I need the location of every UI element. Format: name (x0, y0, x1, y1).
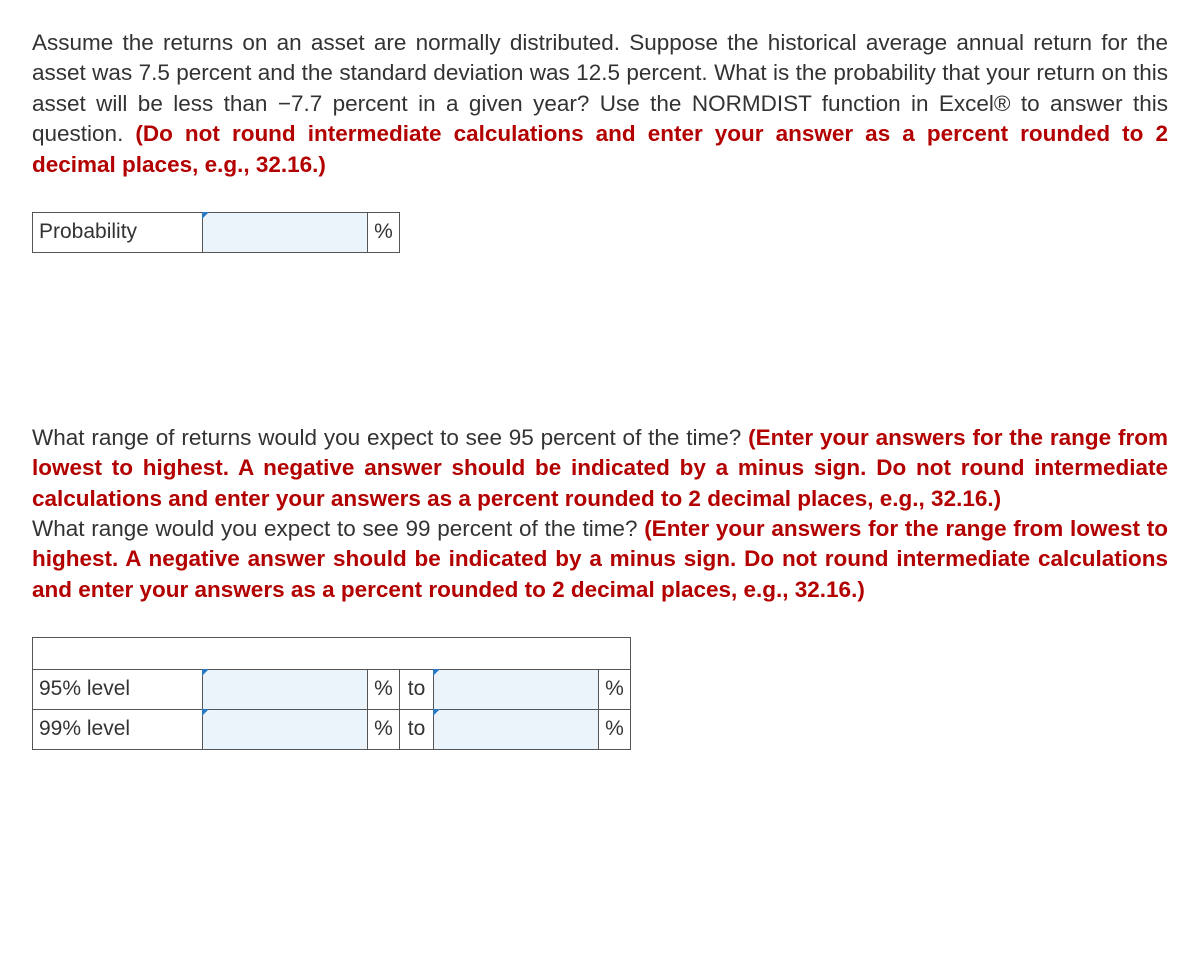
range-table: 95% level % to % 99% level % to % (32, 637, 631, 750)
level-95-low-input[interactable] (209, 674, 361, 705)
level-95-high-unit: % (599, 670, 631, 710)
probability-input[interactable] (209, 217, 361, 248)
table-row: Probability % (33, 212, 400, 252)
level-95-high-cell (434, 670, 599, 710)
blank-header-2 (203, 638, 631, 670)
q2b-body: What range would you expect to see 99 pe… (32, 516, 644, 541)
blank-header-1 (33, 638, 203, 670)
probability-table: Probability % (32, 212, 400, 253)
level-95-low-cell (203, 670, 368, 710)
probability-label: Probability (33, 212, 203, 252)
level-99-low-input[interactable] (209, 714, 361, 745)
level-99-label: 99% level (33, 710, 203, 750)
level-95-high-input[interactable] (440, 674, 592, 705)
level-99-high-unit: % (599, 710, 631, 750)
q2a-body: What range of returns would you expect t… (32, 425, 748, 450)
probability-input-cell (203, 212, 368, 252)
level-99-high-input[interactable] (440, 714, 592, 745)
question-2-text: What range of returns would you expect t… (32, 423, 1168, 605)
level-99-high-cell (434, 710, 599, 750)
level-95-low-unit: % (368, 670, 400, 710)
level-95-label: 95% level (33, 670, 203, 710)
q1-instruction: (Do not round intermediate calculations … (32, 121, 1168, 176)
level-99-low-unit: % (368, 710, 400, 750)
level-95-to: to (400, 670, 434, 710)
probability-unit: % (368, 212, 400, 252)
level-99-to: to (400, 710, 434, 750)
level-99-low-cell (203, 710, 368, 750)
table-row: 99% level % to % (33, 710, 631, 750)
table-header-row (33, 638, 631, 670)
question-1-text: Assume the returns on an asset are norma… (32, 28, 1168, 180)
table-row: 95% level % to % (33, 670, 631, 710)
